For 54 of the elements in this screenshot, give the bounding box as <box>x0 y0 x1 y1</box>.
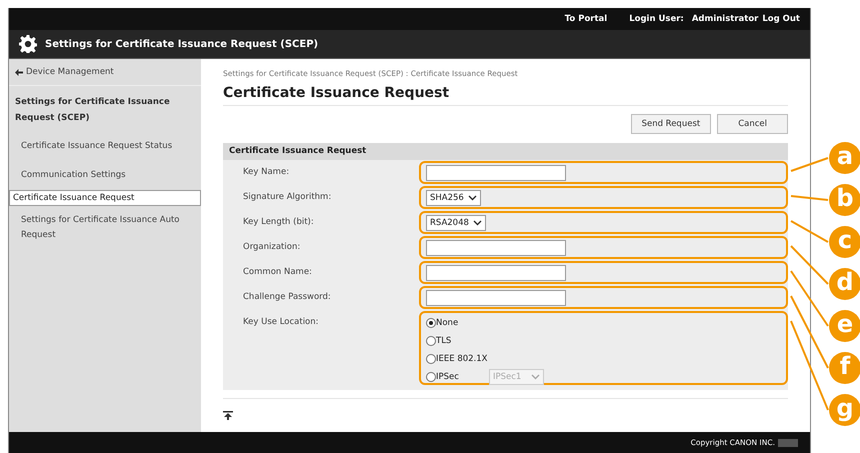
input-field[interactable] <box>426 164 566 180</box>
chevron-down-icon <box>530 374 540 380</box>
radio-label: None <box>436 318 458 328</box>
blurred-text-block <box>778 438 798 446</box>
action-button[interactable]: Send Request <box>630 114 712 134</box>
input-field[interactable] <box>426 264 566 280</box>
field-label: Organization: <box>242 241 302 254</box>
login-user-label: Login User: <box>629 14 684 24</box>
callout-marker: a <box>829 142 860 174</box>
callout-marker: d <box>829 268 860 300</box>
chevron-down-icon <box>472 220 482 226</box>
callout-marker: b <box>829 184 860 216</box>
radio-button[interactable] <box>426 372 436 382</box>
callout-marker: g <box>829 394 860 426</box>
radio-button[interactable] <box>426 336 436 346</box>
field-label: Key Name: <box>242 166 290 179</box>
input-field[interactable] <box>426 240 566 256</box>
action-button[interactable]: Cancel <box>717 114 788 134</box>
sidebar-item[interactable]: Certificate Issuance Request Status <box>9 132 201 161</box>
radio-label: IPSec <box>436 372 459 382</box>
callout-marker: f <box>829 352 860 384</box>
leader-line <box>790 220 828 243</box>
sidebar-item[interactable]: Certificate Issuance Request <box>9 190 201 206</box>
dropdown[interactable]: RSA2048 <box>426 214 486 230</box>
field-label: Challenge Password: <box>242 291 332 304</box>
leader-line <box>790 245 829 285</box>
field-label: Signature Algorithm: <box>242 191 332 204</box>
dropdown[interactable]: SHA256 <box>426 190 481 206</box>
input-field[interactable] <box>426 290 566 306</box>
scroll-to-top-icon[interactable] <box>223 411 233 420</box>
user-name: Administrator <box>692 14 758 24</box>
radio-button[interactable] <box>426 354 436 364</box>
field-label: Common Name: <box>242 266 313 279</box>
leader-line <box>790 195 828 201</box>
chevron-down-icon <box>468 194 477 200</box>
page-title: Settings for Certificate Issuance Request (SCEP) <box>45 38 318 50</box>
radio-label: IEEE 802.1X <box>436 354 488 364</box>
sidebar-item[interactable]: Settings for Certificate Issuance Auto Request <box>9 206 201 250</box>
callout-marker: e <box>829 310 860 342</box>
field-label: Key Length (bit): <box>242 216 315 229</box>
to-portal-link[interactable]: To Portal <box>564 14 608 24</box>
sidebar-item[interactable]: Communication Settings <box>9 161 201 190</box>
radio-label: TLS <box>436 336 452 346</box>
leader-line <box>790 157 828 172</box>
sidebar-section-title: Settings for Certificate Issuance Request (SCEP) <box>14 96 171 125</box>
device-management-link[interactable]: Device Management <box>9 59 201 86</box>
callout-marker: c <box>829 226 860 258</box>
radio-button[interactable] <box>426 318 436 328</box>
back-arrow-icon <box>15 68 23 76</box>
gear-icon <box>19 35 37 53</box>
log-out-link[interactable]: Log Out <box>762 14 800 24</box>
form-section-header: Certificate Issuance Request <box>223 143 788 160</box>
field-label: Key Use Location: <box>242 316 320 329</box>
page-heading: Certificate Issuance Request <box>223 78 788 106</box>
